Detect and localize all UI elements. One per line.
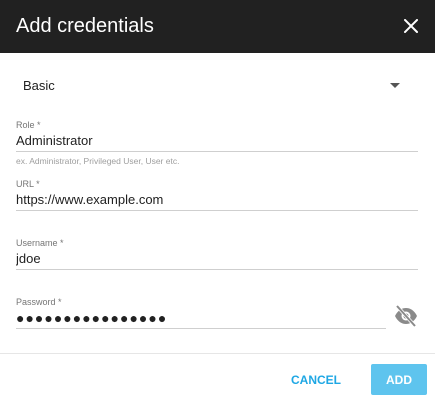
eye-off-icon[interactable] [393, 304, 419, 328]
url-input[interactable] [16, 189, 418, 211]
password-input[interactable] [16, 307, 386, 329]
username-label: Username * [16, 238, 64, 248]
auth-type-value: Basic [23, 78, 55, 93]
footer-divider [0, 353, 435, 354]
dropdown-arrow-icon [390, 83, 400, 88]
cancel-button[interactable]: CANCEL [285, 365, 347, 395]
role-hint: ex. Administrator, Privileged User, User… [16, 156, 180, 166]
dialog-header: Add credentials [0, 0, 435, 53]
role-label: Role * [16, 120, 41, 130]
add-button[interactable]: ADD [371, 364, 427, 395]
url-label: URL * [16, 179, 40, 189]
auth-type-select[interactable]: Basic [16, 70, 416, 102]
dialog-title: Add credentials [16, 15, 154, 37]
username-input[interactable] [16, 248, 418, 270]
role-input[interactable] [16, 130, 418, 152]
password-label: Password * [16, 297, 62, 307]
add-credentials-dialog: Add credentials Basic Role * ex. Adminis… [0, 0, 435, 404]
close-icon[interactable] [399, 14, 423, 38]
